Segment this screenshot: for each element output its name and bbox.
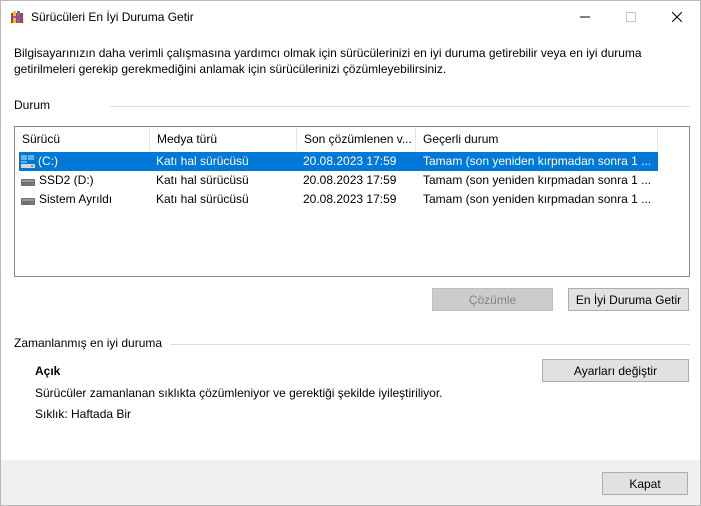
maximize-icon [626, 11, 636, 22]
analyze-button: Çözümle [432, 288, 553, 311]
title-bar[interactable]: Sürücüleri En İyi Duruma Getir [1, 1, 700, 32]
drive-icon [21, 179, 35, 186]
close-button[interactable]: Kapat [602, 472, 688, 495]
intro-text: Bilgisayarınızın daha verimli çalışmasın… [14, 46, 642, 76]
optimize-button[interactable]: En İyi Duruma Getir [568, 288, 689, 311]
last-analyzed: 20.08.2023 17:59 [303, 173, 397, 187]
drive-row-system-reserved[interactable]: Sistem Ayrıldı Katı hal sürücüsü 20.08.2… [19, 190, 658, 209]
drive-name: SSD2 (D:) [39, 173, 94, 187]
column-header-media-type[interactable]: Medya türü [150, 127, 297, 151]
current-status: Tamam (son yeniden kırpmadan sonra 1 ... [423, 192, 652, 206]
current-status: Tamam (son yeniden kırpmadan sonra 1 ... [423, 154, 652, 168]
schedule-description: Sürücüler zamanlanan sıklıkta çözümleniy… [35, 386, 443, 400]
last-analyzed: 20.08.2023 17:59 [303, 154, 397, 168]
column-header-drive[interactable]: Sürücü [15, 127, 150, 151]
optimize-drives-window: Sürücüleri En İyi Duruma Getir Bilgisaya… [0, 0, 701, 506]
schedule-frequency: Sıklık: Haftada Bir [35, 407, 132, 421]
media-type: Katı hal sürücüsü [156, 192, 249, 206]
minimize-icon [580, 16, 590, 17]
drive-name: Sistem Ayrıldı [39, 192, 113, 206]
drives-list[interactable]: Sürücü Medya türü Son çözümlenen v... Ge… [14, 126, 690, 277]
last-analyzed: 20.08.2023 17:59 [303, 192, 397, 206]
defrag-app-icon [11, 11, 23, 23]
schedule-state: Açık [35, 364, 61, 378]
drive-row-c[interactable]: (C:) Katı hal sürücüsü 20.08.2023 17:59 … [19, 152, 658, 171]
window-title: Sürücüleri En İyi Duruma Getir [31, 10, 194, 24]
scheduled-section-divider [171, 344, 690, 345]
current-status: Tamam (son yeniden kırpmadan sonra 1 ... [423, 173, 652, 187]
maximize-button [608, 1, 654, 32]
change-settings-button[interactable]: Ayarları değiştir [542, 359, 689, 382]
column-header-current-status[interactable]: Geçerli durum [416, 127, 658, 151]
close-icon [672, 11, 682, 22]
column-header-last-analyzed[interactable]: Son çözümlenen v... [297, 127, 416, 151]
windows-drive-icon [21, 155, 35, 168]
scheduled-section-label: Zamanlanmış en iyi duruma [14, 336, 163, 350]
media-type: Katı hal sürücüsü [156, 173, 249, 187]
media-type: Katı hal sürücüsü [156, 154, 249, 168]
drive-row-d[interactable]: SSD2 (D:) Katı hal sürücüsü 20.08.2023 1… [19, 171, 658, 190]
dialog-footer: Kapat [1, 460, 700, 505]
drives-list-header: Sürücü Medya türü Son çözümlenen v... Ge… [15, 127, 689, 151]
status-section-divider [110, 106, 690, 107]
close-window-button[interactable] [654, 1, 700, 32]
drive-icon [21, 198, 35, 205]
status-section-label: Durum [14, 98, 51, 112]
drive-name: (C:) [38, 154, 58, 168]
minimize-button[interactable] [562, 1, 608, 32]
